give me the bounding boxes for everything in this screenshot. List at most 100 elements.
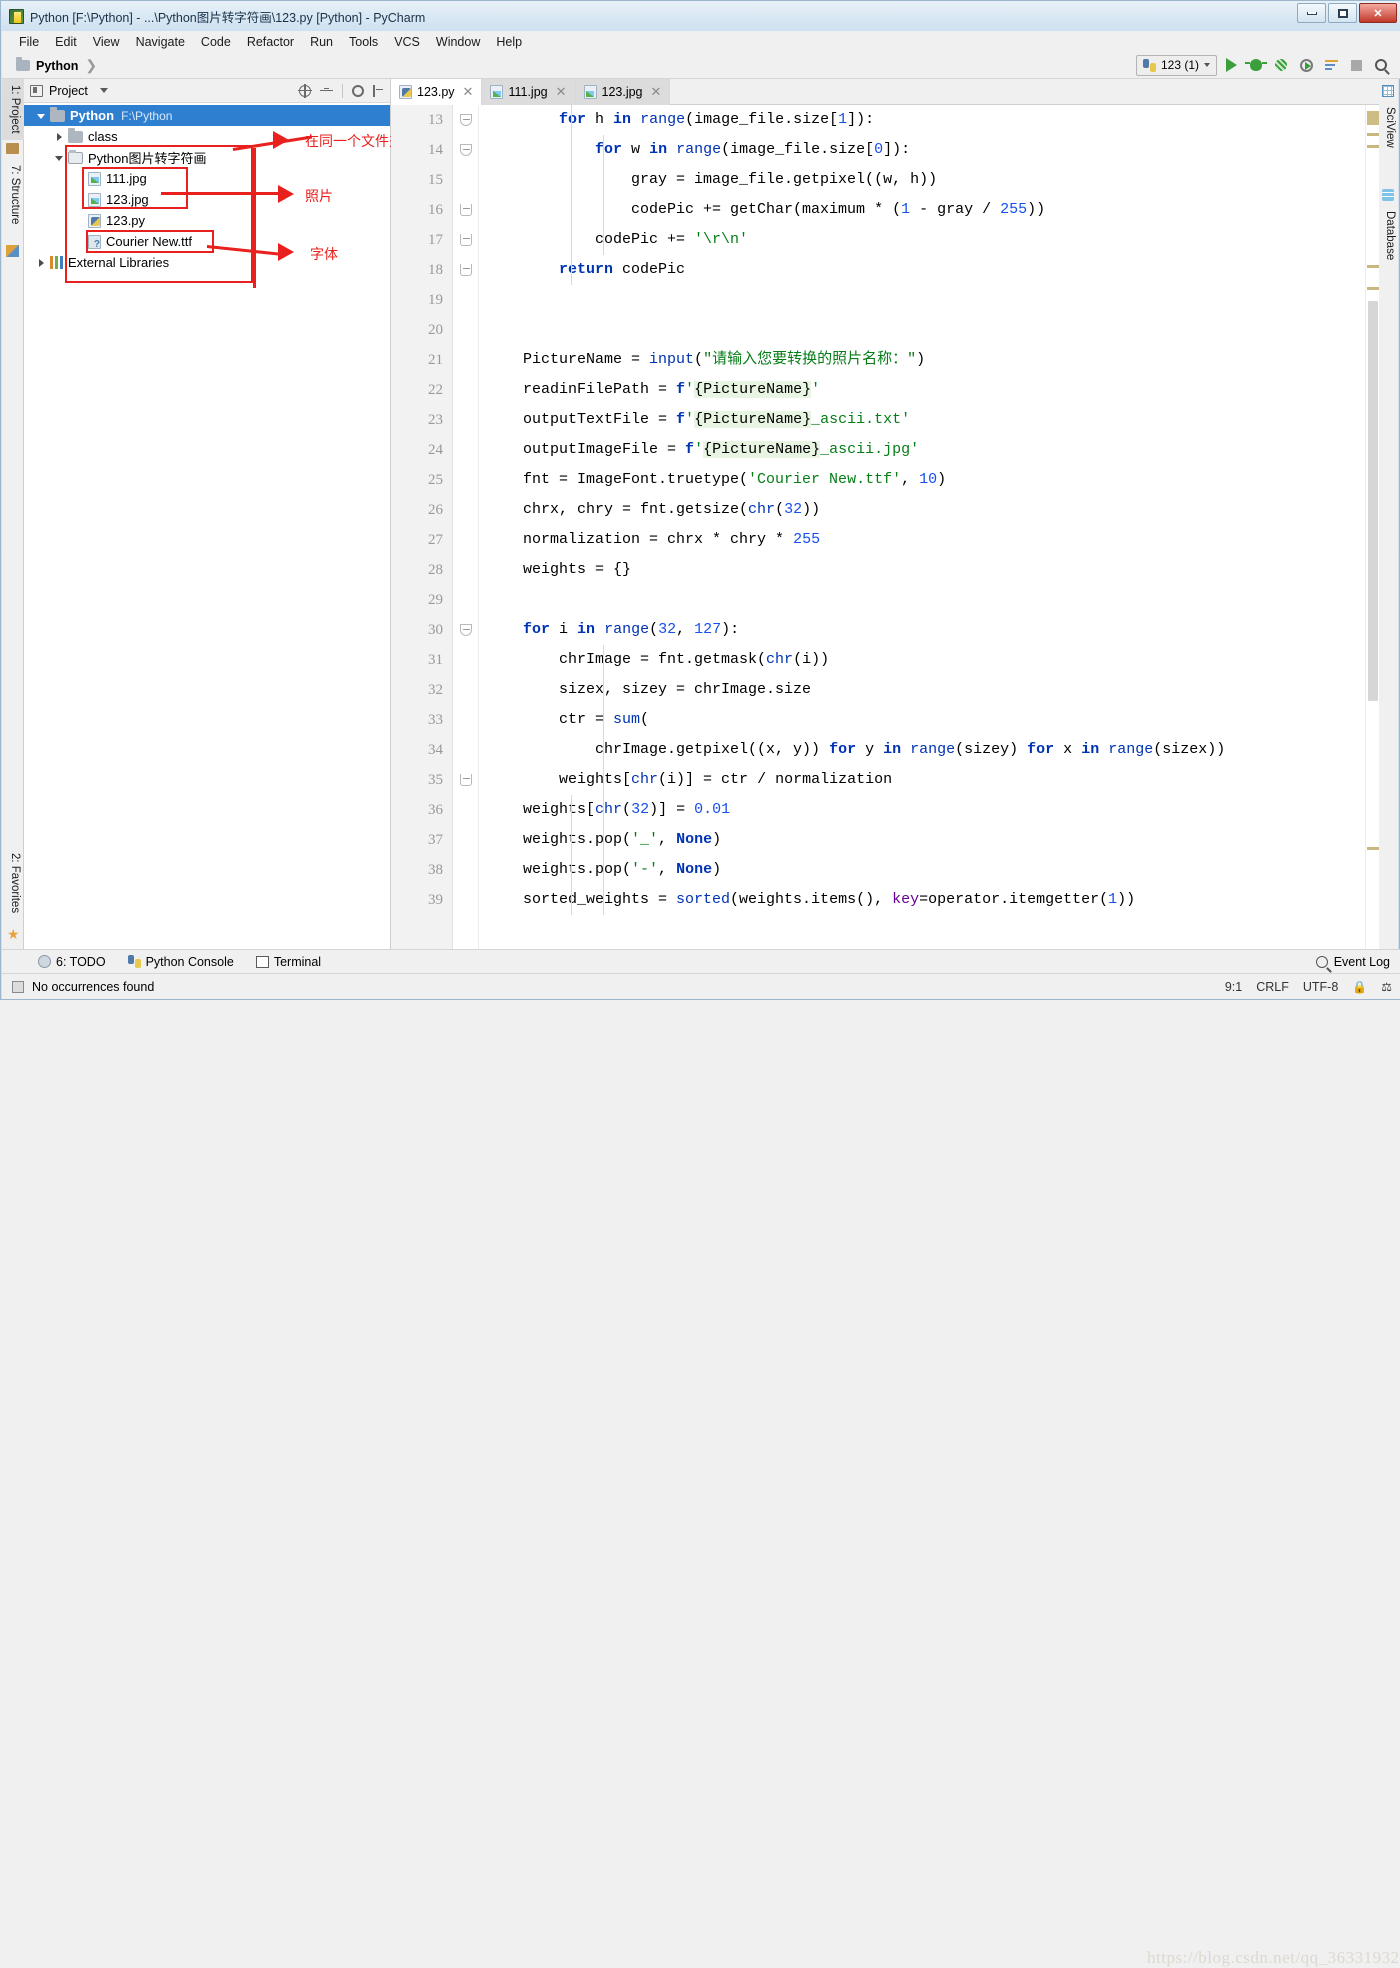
fold-marker-icon[interactable] xyxy=(460,144,472,156)
scrollbar-thumb[interactable] xyxy=(1368,301,1378,701)
maximize-button[interactable] xyxy=(1328,3,1357,23)
sidebar-item-sciview[interactable]: SciView xyxy=(1377,101,1399,154)
bottom-item-python-console[interactable]: Python Console xyxy=(127,955,234,969)
code-line[interactable]: for h in range(image_file.size[1]): xyxy=(479,105,1379,135)
event-log-button[interactable]: Event Log xyxy=(1315,955,1390,969)
minimize-button[interactable] xyxy=(1297,3,1326,23)
close-icon[interactable]: ✕ xyxy=(556,84,567,100)
collapse-all-icon[interactable] xyxy=(320,85,333,97)
code-line[interactable]: for w in range(image_file.size[0]): xyxy=(479,135,1379,165)
breadcrumb-root[interactable]: Python xyxy=(36,59,78,73)
tab-123jpg[interactable]: 123.jpg ✕ xyxy=(575,79,671,105)
caret-position[interactable]: 9:1 xyxy=(1225,980,1242,994)
code-line[interactable]: chrImage = fnt.getmask(chr(i)) xyxy=(479,645,1379,675)
code-line[interactable]: weights[chr(i)] = ctr / normalization xyxy=(479,765,1379,795)
code-line[interactable]: weights.pop('_', None) xyxy=(479,825,1379,855)
menu-file[interactable]: File xyxy=(12,33,46,51)
code-line[interactable]: gray = image_file.getpixel((w, h)) xyxy=(479,165,1379,195)
tree-row-courier-new-ttf[interactable]: Courier New.ttf xyxy=(24,231,390,252)
code-line[interactable]: for i in range(32, 127): xyxy=(479,615,1379,645)
profile-button[interactable] xyxy=(1295,54,1317,76)
code-line[interactable]: weights = {} xyxy=(479,555,1379,585)
code-line[interactable] xyxy=(479,285,1379,315)
code-line[interactable] xyxy=(479,585,1379,615)
fold-marker-icon[interactable] xyxy=(460,624,472,636)
run-configuration-selector[interactable]: 123 (1) xyxy=(1135,54,1217,76)
select-opened-file-icon[interactable] xyxy=(298,83,312,98)
fold-marker-icon[interactable] xyxy=(460,114,472,126)
menu-navigate[interactable]: Navigate xyxy=(129,33,192,51)
chevron-right-icon[interactable] xyxy=(54,131,66,143)
code-line[interactable]: codePic += '\r\n' xyxy=(479,225,1379,255)
run-with-console-button[interactable] xyxy=(1320,54,1342,76)
tree-row-python-image-folder[interactable]: Python图片转字符画 xyxy=(24,147,390,168)
fold-marker-icon[interactable] xyxy=(460,774,472,786)
hide-icon[interactable] xyxy=(373,84,384,97)
menu-view[interactable]: View xyxy=(86,33,127,51)
tree-row-class[interactable]: class xyxy=(24,126,390,147)
sidebar-item-structure[interactable]: 7: Structure xyxy=(2,159,24,230)
fold-marker-icon[interactable] xyxy=(460,264,472,276)
code-line[interactable]: readinFilePath = f'{PictureName}' xyxy=(479,375,1379,405)
code-line[interactable]: outputImageFile = f'{PictureName}_ascii.… xyxy=(479,435,1379,465)
editor-scrollbar[interactable] xyxy=(1365,105,1379,949)
bottom-item-todo[interactable]: 6: TODO xyxy=(38,955,106,969)
tree-row-123py[interactable]: 123.py xyxy=(24,210,390,231)
line-separator[interactable]: CRLF xyxy=(1256,980,1289,994)
menu-tools[interactable]: Tools xyxy=(342,33,385,51)
code-line[interactable]: sizex, sizey = chrImage.size xyxy=(479,675,1379,705)
tree-row-external-libraries[interactable]: External Libraries xyxy=(24,252,390,273)
menu-run[interactable]: Run xyxy=(303,33,340,51)
code-line[interactable]: weights.pop('-', None) xyxy=(479,855,1379,885)
tree-row-111jpg[interactable]: 111.jpg xyxy=(24,168,390,189)
encoding[interactable]: UTF-8 xyxy=(1303,980,1338,994)
code-line[interactable]: chrx, chry = fnt.getsize(chr(32)) xyxy=(479,495,1379,525)
menu-help[interactable]: Help xyxy=(489,33,529,51)
menu-edit[interactable]: Edit xyxy=(48,33,84,51)
menu-refactor[interactable]: Refactor xyxy=(240,33,301,51)
code-editor[interactable]: 13 14 15 16 17 18 19 20 21 22 23 24 25 26 27 28 29 30 31 32… xyxy=(391,105,1379,949)
code-line[interactable]: outputTextFile = f'{PictureName}_ascii.t… xyxy=(479,405,1379,435)
run-button[interactable] xyxy=(1220,54,1242,76)
menu-window[interactable]: Window xyxy=(429,33,487,51)
sidebar-item-favorites[interactable]: 2: Favorites xyxy=(2,847,24,919)
fold-marker-icon[interactable] xyxy=(460,234,472,246)
code-line[interactable]: ctr = sum( xyxy=(479,705,1379,735)
lock-icon[interactable]: 🔒 xyxy=(1352,980,1367,994)
code-line[interactable]: fnt = ImageFont.truetype('Courier New.tt… xyxy=(479,465,1379,495)
code-line[interactable]: PictureName = input("请输入您要转换的照片名称：") xyxy=(479,345,1379,375)
tree-row-123jpg[interactable]: 123.jpg xyxy=(24,189,390,210)
fold-marker-icon[interactable] xyxy=(460,204,472,216)
code-folding-gutter[interactable] xyxy=(453,105,479,949)
close-icon[interactable]: ✕ xyxy=(463,84,474,100)
sidebar-item-project[interactable]: 1: Project xyxy=(2,79,24,140)
stop-button[interactable] xyxy=(1345,54,1367,76)
code-line[interactable]: return codePic xyxy=(479,255,1379,285)
coverage-button[interactable] xyxy=(1270,54,1292,76)
tab-123py[interactable]: 123.py ✕ xyxy=(391,79,483,105)
code-line[interactable]: sorted_weights = sorted(weights.items(),… xyxy=(479,885,1379,915)
code-line[interactable]: normalization = chrx * chry * 255 xyxy=(479,525,1379,555)
code-line[interactable]: weights[chr(32)] = 0.01 xyxy=(479,795,1379,825)
search-everywhere-button[interactable] xyxy=(1370,54,1392,76)
close-button[interactable]: ✕ xyxy=(1359,3,1397,23)
chevron-down-icon[interactable] xyxy=(54,152,66,164)
code-line[interactable]: codePic += getChar(maximum * (1 - gray /… xyxy=(479,195,1379,225)
chevron-down-icon[interactable] xyxy=(36,110,48,122)
debug-button[interactable] xyxy=(1245,54,1267,76)
menu-code[interactable]: Code xyxy=(194,33,238,51)
inspection-icon[interactable]: ⚖ xyxy=(1381,980,1392,994)
tab-111jpg[interactable]: 111.jpg ✕ xyxy=(482,79,576,105)
gear-icon[interactable] xyxy=(352,84,364,97)
chevron-right-icon[interactable] xyxy=(36,257,48,269)
close-icon[interactable]: ✕ xyxy=(651,84,662,100)
chevron-down-icon[interactable] xyxy=(99,88,108,93)
code-line[interactable]: chrImage.getpixel((x, y)) for y in range… xyxy=(479,735,1379,765)
code-content[interactable]: for h in range(image_file.size[1]): for … xyxy=(479,105,1379,949)
code-line[interactable] xyxy=(479,315,1379,345)
menu-vcs[interactable]: VCS xyxy=(387,33,427,51)
bottom-item-terminal[interactable]: Terminal xyxy=(255,955,321,969)
tree-row-python[interactable]: Python F:\Python xyxy=(24,105,390,126)
breadcrumb[interactable]: Python ❯ xyxy=(16,57,97,74)
sidebar-item-database[interactable]: Database xyxy=(1377,205,1399,266)
